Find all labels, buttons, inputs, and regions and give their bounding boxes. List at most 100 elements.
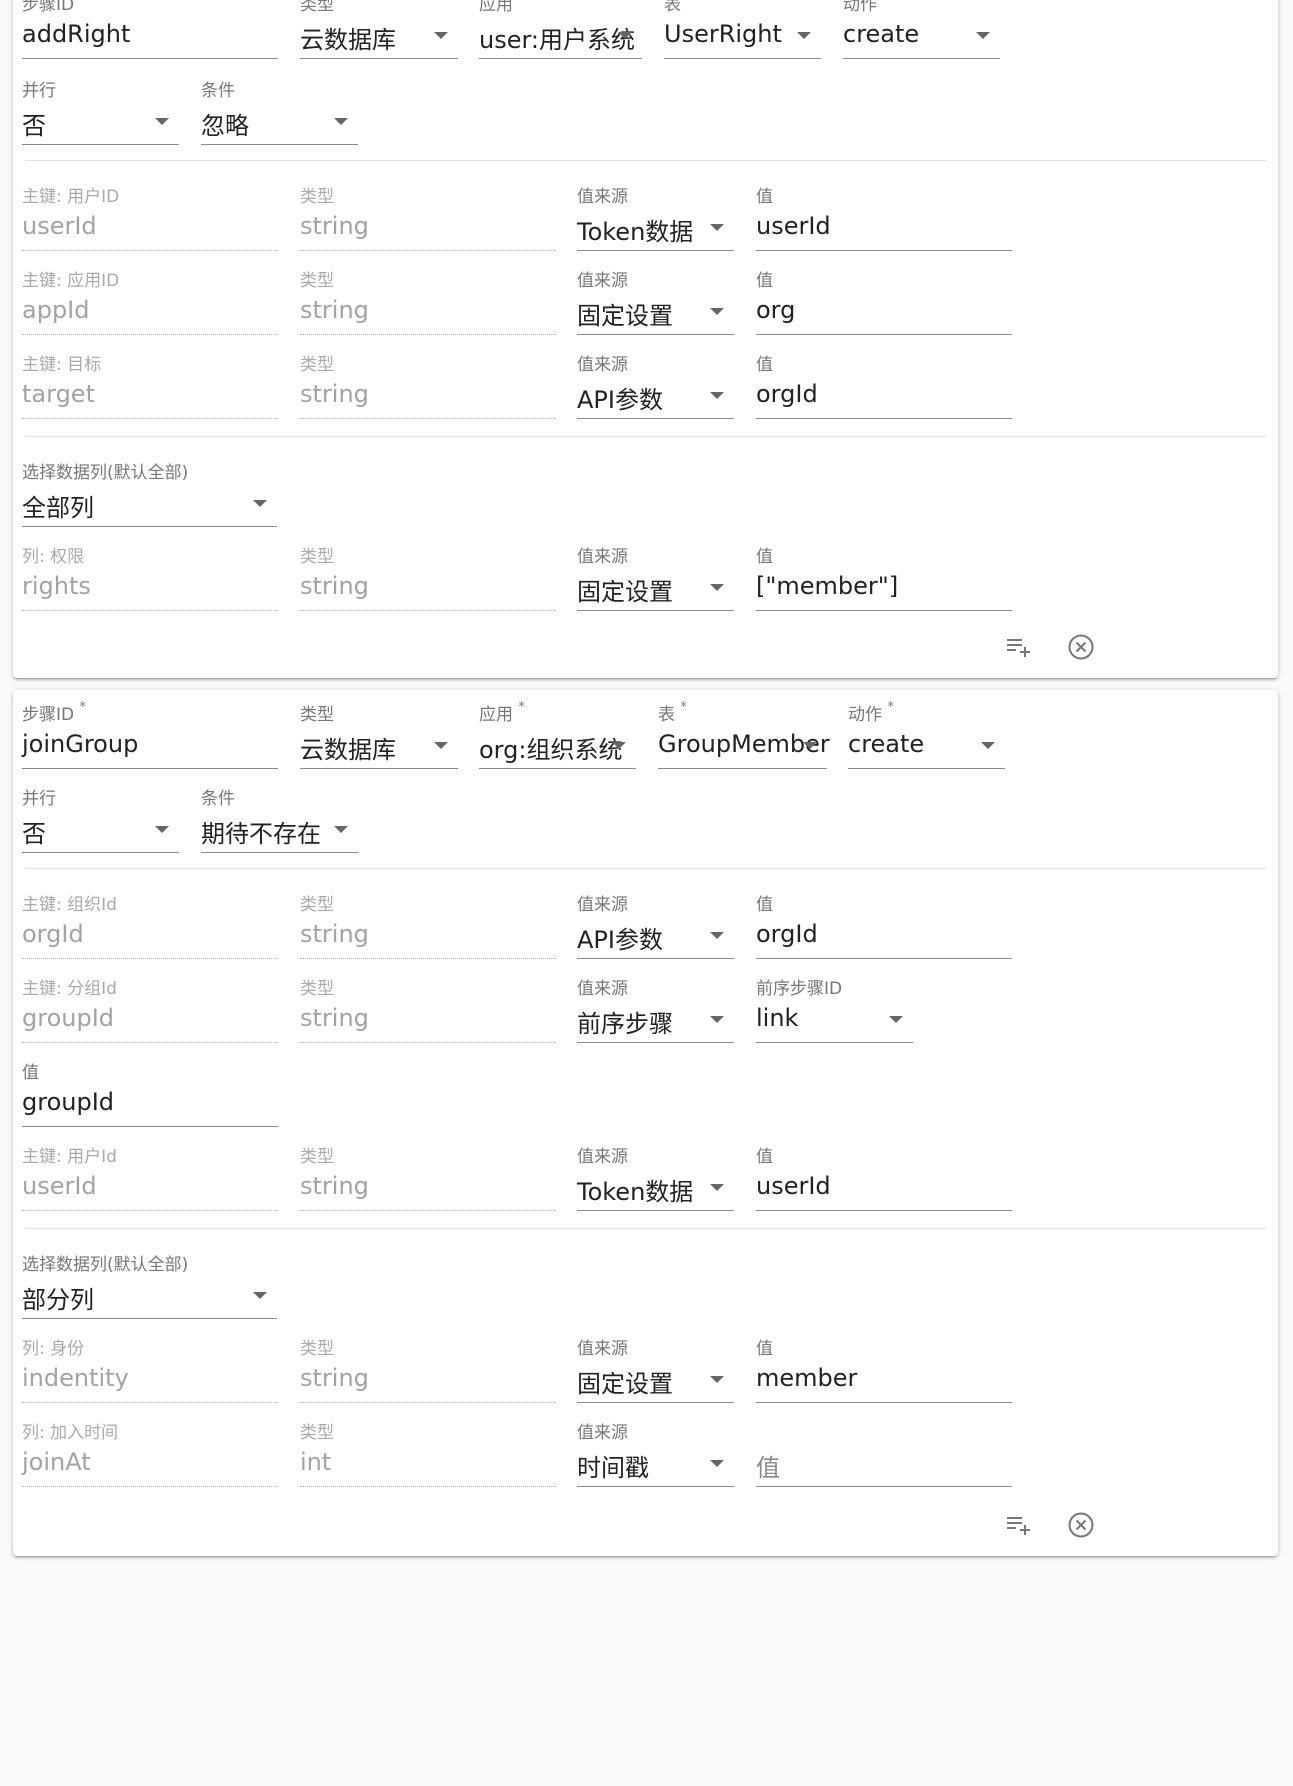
value-text: ["member"]	[756, 572, 899, 600]
underline	[756, 1486, 1012, 1487]
type-label: 类型	[300, 355, 334, 375]
underline	[577, 1402, 734, 1403]
add-row-button[interactable]	[1001, 1507, 1037, 1543]
type-label: 类型	[300, 271, 334, 291]
dropdown-arrow-icon	[334, 118, 348, 125]
condition-label: 条件	[201, 789, 235, 809]
close-circle-icon	[1068, 634, 1094, 660]
underline	[22, 768, 278, 769]
value-text: userId	[756, 1172, 831, 1200]
key-value: groupId	[22, 1004, 115, 1032]
type-value: string	[300, 1004, 369, 1032]
underline	[300, 958, 556, 959]
value-text: org	[756, 296, 796, 324]
action-value: create	[848, 730, 925, 758]
type-value: string	[300, 296, 369, 324]
source-label: 值来源	[577, 355, 628, 375]
app-label: 应用 *	[479, 700, 525, 725]
source-label: 值来源	[577, 271, 628, 291]
type-label: 类型	[300, 547, 334, 567]
source-label: 值来源	[577, 1147, 628, 1167]
underline	[756, 1210, 1012, 1211]
underline	[577, 1042, 734, 1043]
underline	[664, 58, 821, 59]
column-select-value: 全部列	[22, 494, 94, 522]
condition-value: 期待不存在	[201, 820, 321, 848]
type-value: string	[300, 1172, 369, 1200]
key-value: appId	[22, 296, 90, 324]
source-label: 值来源	[577, 979, 628, 999]
source-label: 值来源	[577, 895, 628, 915]
dropdown-arrow-icon	[253, 500, 267, 507]
underline	[22, 334, 278, 335]
type-label: 类型	[300, 979, 334, 999]
underline	[22, 1210, 278, 1211]
key-value: userId	[22, 1172, 97, 1200]
underline	[300, 250, 556, 251]
parallel-value: 否	[22, 820, 46, 848]
playlist-add-icon	[1007, 639, 1030, 657]
add-row-button[interactable]	[1001, 629, 1037, 665]
underline	[756, 610, 1012, 611]
key-value: target	[22, 380, 95, 408]
type-label: 类型	[300, 705, 334, 725]
table-value: UserRight	[664, 20, 782, 48]
value-text: groupId	[22, 1088, 115, 1116]
dropdown-arrow-icon	[710, 1460, 724, 1467]
underline	[300, 334, 556, 335]
underline	[756, 334, 1012, 335]
source-label: 值来源	[577, 187, 628, 207]
underline	[201, 852, 358, 853]
underline	[300, 1486, 556, 1487]
underline	[22, 144, 179, 145]
app-value: org:组织系统	[479, 736, 623, 764]
type-label: 类型	[300, 187, 334, 207]
column-select-label: 选择数据列(默认全部)	[22, 1255, 189, 1275]
table-label: 表 *	[658, 700, 687, 725]
source-value: Token数据	[577, 218, 694, 246]
underline	[22, 1042, 278, 1043]
dropdown-arrow-icon	[710, 392, 724, 399]
value-label: 值	[756, 355, 773, 375]
underline	[300, 1042, 556, 1043]
value-label: 值	[22, 1063, 39, 1083]
dropdown-arrow-icon	[710, 1016, 724, 1023]
value-text: userId	[756, 212, 831, 240]
underline	[848, 768, 1005, 769]
value-text: orgId	[756, 380, 818, 408]
remove-step-button[interactable]	[1063, 1507, 1099, 1543]
underline	[577, 610, 734, 611]
column-value: rights	[22, 572, 91, 600]
dropdown-arrow-icon	[710, 1184, 724, 1191]
type-label: 类型	[300, 1147, 334, 1167]
value-label: 值	[756, 1339, 773, 1359]
underline	[577, 1210, 734, 1211]
action-value: create	[843, 20, 920, 48]
dropdown-arrow-icon	[434, 32, 448, 39]
app-value: user:用户系统	[479, 26, 636, 54]
dropdown-arrow-icon	[155, 118, 169, 125]
underline	[201, 144, 358, 145]
type-value: 云数据库	[300, 736, 396, 764]
type-value: string	[300, 572, 369, 600]
type-label: 类型	[300, 0, 334, 15]
underline	[22, 58, 278, 59]
underline	[22, 1318, 277, 1319]
key-label: 主键: 组织Id	[22, 895, 117, 915]
key-value: userId	[22, 212, 97, 240]
app-label: 应用	[479, 0, 513, 15]
prev-step-value: link	[756, 1004, 799, 1032]
column-label: 列: 权限	[22, 547, 85, 567]
underline	[479, 768, 636, 769]
value-label: 值	[756, 547, 773, 567]
underline	[843, 58, 1000, 59]
type-label: 类型	[300, 1423, 334, 1443]
underline	[756, 250, 1012, 251]
dropdown-arrow-icon	[889, 1016, 903, 1023]
type-value: string	[300, 920, 369, 948]
dropdown-arrow-icon	[710, 224, 724, 231]
section-divider	[25, 868, 1266, 869]
column-label: 列: 身份	[22, 1339, 85, 1359]
remove-step-button[interactable]	[1063, 629, 1099, 665]
column-value: joinAt	[22, 1448, 91, 1476]
